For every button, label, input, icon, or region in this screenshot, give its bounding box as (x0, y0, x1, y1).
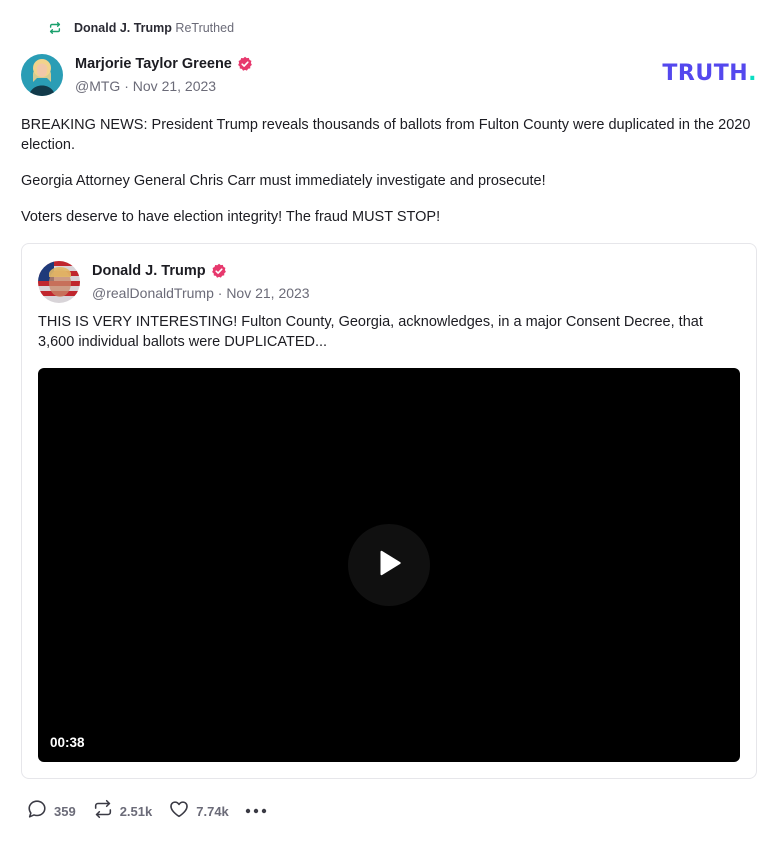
post-action-bar: 359 2.51k 7.74k (26, 799, 267, 823)
retruth-count: 2.51k (119, 803, 153, 819)
reply-count: 359 (54, 803, 76, 819)
logo-dot: . (748, 61, 757, 86)
play-button[interactable] (348, 524, 430, 606)
quoted-post-text: THIS IS VERY INTERESTING! Fulton County,… (38, 314, 703, 350)
retruth-button[interactable]: 2.51k (92, 798, 153, 825)
quoted-post-header: Donald J. Trump @realDonaldTrump · Nov 2… (38, 261, 310, 303)
author-avatar[interactable] (21, 54, 63, 96)
retruth-icon (48, 21, 62, 35)
quoted-author-avatar[interactable] (38, 261, 80, 303)
heart-icon (168, 798, 190, 825)
verified-badge-icon (211, 263, 227, 279)
reply-button[interactable]: 359 (26, 798, 76, 825)
more-options-button[interactable] (245, 802, 267, 820)
video-duration: 00:38 (50, 735, 85, 750)
quoted-post-card[interactable]: Donald J. Trump @realDonaldTrump · Nov 2… (21, 243, 757, 779)
post-paragraph: BREAKING NEWS: President Trump reveals t… (21, 117, 751, 153)
retruth-action-label: ReTruthed (175, 21, 235, 35)
verified-badge-icon (237, 56, 253, 72)
retruth-indicator: Donald J. Trump ReTruthed (48, 19, 234, 37)
like-button[interactable]: 7.74k (168, 798, 229, 825)
post-date[interactable]: Nov 21, 2023 (133, 78, 216, 94)
post-paragraph: Georgia Attorney General Chris Carr must… (21, 173, 546, 189)
post-body: BREAKING NEWS: President Trump reveals t… (21, 115, 757, 243)
post-paragraph: Voters deserve to have election integrit… (21, 209, 441, 225)
reply-icon (26, 798, 48, 825)
video-player[interactable]: 00:38 (38, 368, 740, 762)
quoted-author-name[interactable]: Donald J. Trump (92, 263, 206, 279)
retruth-action-icon (92, 798, 114, 825)
quoted-author-handle[interactable]: @realDonaldTrump (92, 285, 214, 301)
author-name[interactable]: Marjorie Taylor Greene (75, 56, 232, 72)
more-dots-icon (245, 802, 267, 820)
quoted-post-meta: @realDonaldTrump · Nov 21, 2023 (92, 285, 310, 301)
post-header: Marjorie Taylor Greene @MTG · Nov 21, 20… (21, 54, 757, 98)
logo-text: TRUTH (662, 61, 749, 86)
truth-social-logo[interactable]: TRUTH. (662, 62, 757, 86)
author-handle[interactable]: @MTG (75, 78, 120, 94)
quoted-post-date[interactable]: Nov 21, 2023 (226, 285, 309, 301)
post-meta: @MTG · Nov 21, 2023 (75, 78, 217, 94)
like-count: 7.74k (196, 803, 229, 819)
retruth-user-name[interactable]: Donald J. Trump (74, 21, 172, 35)
play-icon (372, 546, 406, 585)
